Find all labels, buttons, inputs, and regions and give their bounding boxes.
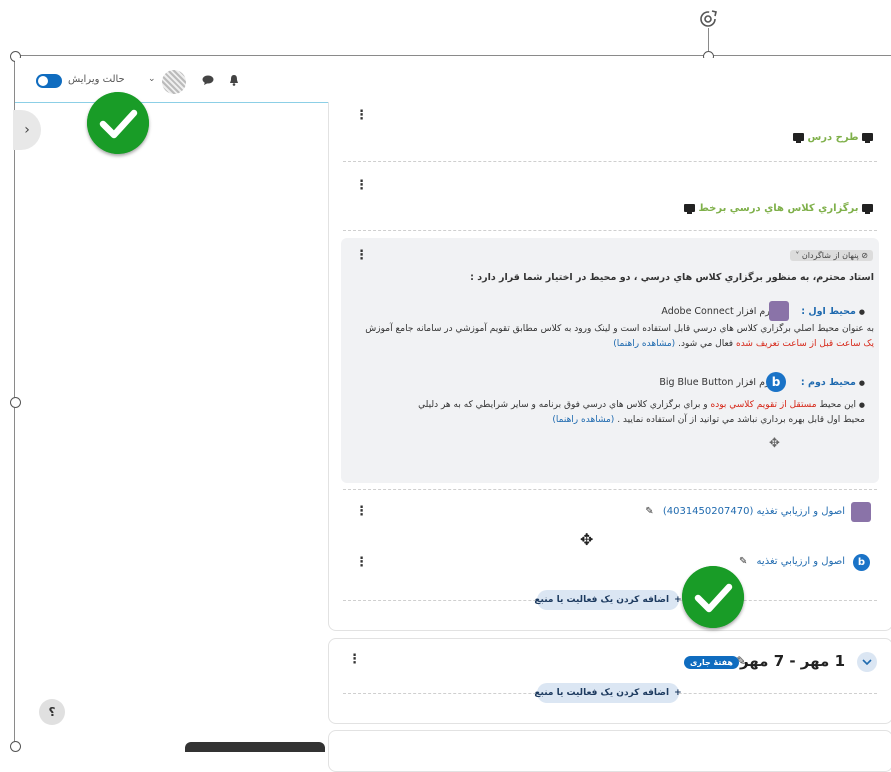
current-week-badge: هفتهٔ جاری — [684, 656, 739, 669]
collapse-week-button[interactable] — [857, 652, 877, 672]
add-activity-button[interactable]: + اضافه کردن یک فعالیت یا منبع — [534, 590, 682, 610]
top-navbar — [15, 58, 891, 103]
divider — [343, 161, 877, 162]
activity-menu-kebab-icon[interactable]: ⋮ — [355, 556, 368, 569]
env1-guide-link[interactable]: (مشاهده راهنما) — [613, 339, 675, 349]
monitor-icon — [793, 133, 805, 143]
next-section — [328, 730, 891, 772]
add-activity-button[interactable]: + اضافه کردن یک فعالیت یا منبع — [534, 683, 682, 703]
monitor-icon — [862, 204, 873, 214]
selection-frame-top — [14, 55, 891, 56]
week-section — [328, 638, 891, 724]
plus-icon: + — [674, 688, 682, 698]
help-button[interactable]: ؟ — [39, 699, 65, 725]
avatar[interactable] — [162, 70, 186, 94]
activity-menu-kebab-icon[interactable]: ⋮ — [355, 179, 368, 192]
pencil-edit-icon[interactable]: ✎ — [739, 556, 747, 567]
eye-slash-icon: ⦸ — [861, 251, 868, 260]
chevron-down-icon: ˅ — [795, 251, 800, 260]
activity-menu-kebab-icon[interactable]: ⋮ — [355, 109, 368, 122]
drawer-toggle-button[interactable]: › — [13, 110, 41, 150]
activity-lesson-plan[interactable]: طرح درس — [793, 132, 873, 143]
env1-line: ● محيط اول : نرم افزار Adobe Connect — [661, 306, 865, 317]
week-menu-kebab-icon[interactable]: ⋮ — [348, 653, 361, 666]
rotate-handle-icon[interactable] — [697, 8, 719, 30]
plus-icon: + — [674, 595, 682, 605]
resize-handle-bl[interactable] — [10, 741, 21, 752]
adobe-connect-logo-icon — [851, 502, 871, 522]
divider — [343, 230, 877, 231]
move-cursor-icon: ✥ — [580, 530, 594, 549]
bigbluebutton-logo-icon: b — [766, 372, 786, 392]
pencil-edit-icon[interactable]: ✎ — [645, 506, 653, 517]
activity-nutrition-adobe[interactable]: اصول و ارزيابي تغذيه (4031450207470) ✎ — [645, 506, 845, 517]
activity-menu-kebab-icon[interactable]: ⋮ — [355, 505, 368, 518]
monitor-icon — [683, 204, 695, 214]
user-menu-caret-icon[interactable]: ⌄ — [148, 74, 156, 84]
chat-icon[interactable] — [202, 75, 214, 85]
checkmark-badge-icon — [682, 566, 744, 628]
env2-guide-link[interactable]: (مشاهده راهنما) — [552, 415, 614, 425]
activity-menu-kebab-icon[interactable]: ⋮ — [355, 249, 368, 262]
activity-nutrition-bbb[interactable]: اصول و ارزيابي تغذيه ✎ — [739, 556, 845, 567]
bell-icon[interactable] — [228, 74, 240, 86]
env2-description: ● اين محيط مستقل از تقويم كلاسي بوده و ب… — [418, 400, 865, 425]
activity-online-classes[interactable]: برگزاري كلاس هاي درسي برخط — [683, 203, 873, 214]
chevron-down-icon — [862, 659, 872, 665]
bigbluebutton-logo-icon: b — [853, 554, 870, 571]
edit-mode-toggle[interactable] — [36, 74, 62, 88]
resize-handle-ml[interactable] — [10, 397, 21, 408]
question-icon: ؟ — [48, 705, 56, 719]
adobe-connect-logo-icon — [769, 301, 789, 321]
monitor-icon — [862, 133, 873, 143]
checkmark-badge-icon — [87, 92, 149, 154]
divider — [343, 489, 877, 490]
notice-heading: استاد محترم، به منظور برگزاري كلاس هاي د… — [470, 272, 874, 283]
env1-description: به عنوان محيط اصلي برگزاري كلاس هاي درسي… — [365, 324, 874, 349]
week-title[interactable]: 1 مهر - 7 مهر — [740, 652, 845, 670]
hidden-from-students-badge: ⦸ پنهان از شاگردان ˅ — [790, 250, 873, 261]
env2-line: ● محيط دوم : نرم افزار Big Blue Button — [659, 377, 865, 388]
taskbar-edge — [185, 742, 325, 752]
chevron-right-icon: › — [24, 122, 30, 138]
edit-mode-label: حالت ویرایش — [68, 74, 125, 85]
move-handle-icon[interactable]: ✥ — [769, 436, 780, 451]
